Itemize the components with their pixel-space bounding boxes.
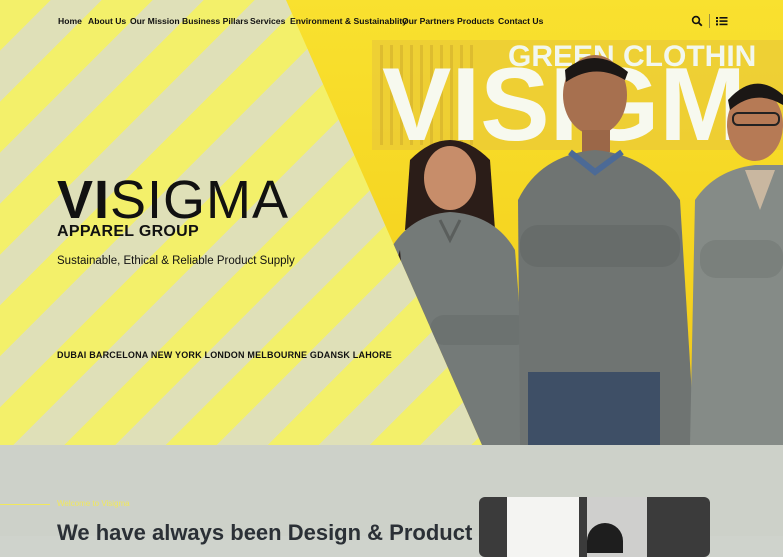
top-navigation: Home About Us Our Mission Business Pilla…	[0, 0, 783, 42]
nav-about-us[interactable]: About Us	[88, 16, 126, 26]
person-left	[380, 140, 530, 445]
brand-logo: VISIGMA	[57, 170, 289, 230]
section-headline: We have always been Design & Product	[57, 520, 473, 545]
city-list: DUBAI BARCELONA NEW YORK LONDON MELBOURN…	[57, 350, 392, 360]
nav-our-partners[interactable]: Our Partners	[402, 16, 455, 26]
nav-home[interactable]: Home	[58, 16, 82, 26]
nav-divider	[709, 14, 710, 28]
hero-tagline: Sustainable, Ethical & Reliable Product …	[57, 255, 295, 267]
nav-business-pillars[interactable]: Business Pillars	[182, 16, 248, 26]
nav-environment-sustainability[interactable]: Environment & Sustainablity	[290, 16, 407, 26]
search-icon[interactable]	[691, 14, 703, 27]
nav-products[interactable]: Products	[457, 16, 494, 26]
brand-logo-bold: VI	[57, 170, 111, 230]
nav-services[interactable]: Services	[250, 16, 285, 26]
nav-our-mission[interactable]: Our Mission	[130, 16, 180, 26]
welcome-divider	[0, 504, 50, 505]
welcome-label: Welcome to Visigma	[57, 499, 130, 508]
brand-subtitle: APPAREL GROUP	[57, 223, 199, 240]
nav-contact-us[interactable]: Contact Us	[498, 16, 543, 26]
menu-list-icon[interactable]	[716, 14, 728, 26]
brand-logo-light: SIGMA	[110, 170, 290, 230]
intro-image-card	[479, 497, 710, 557]
